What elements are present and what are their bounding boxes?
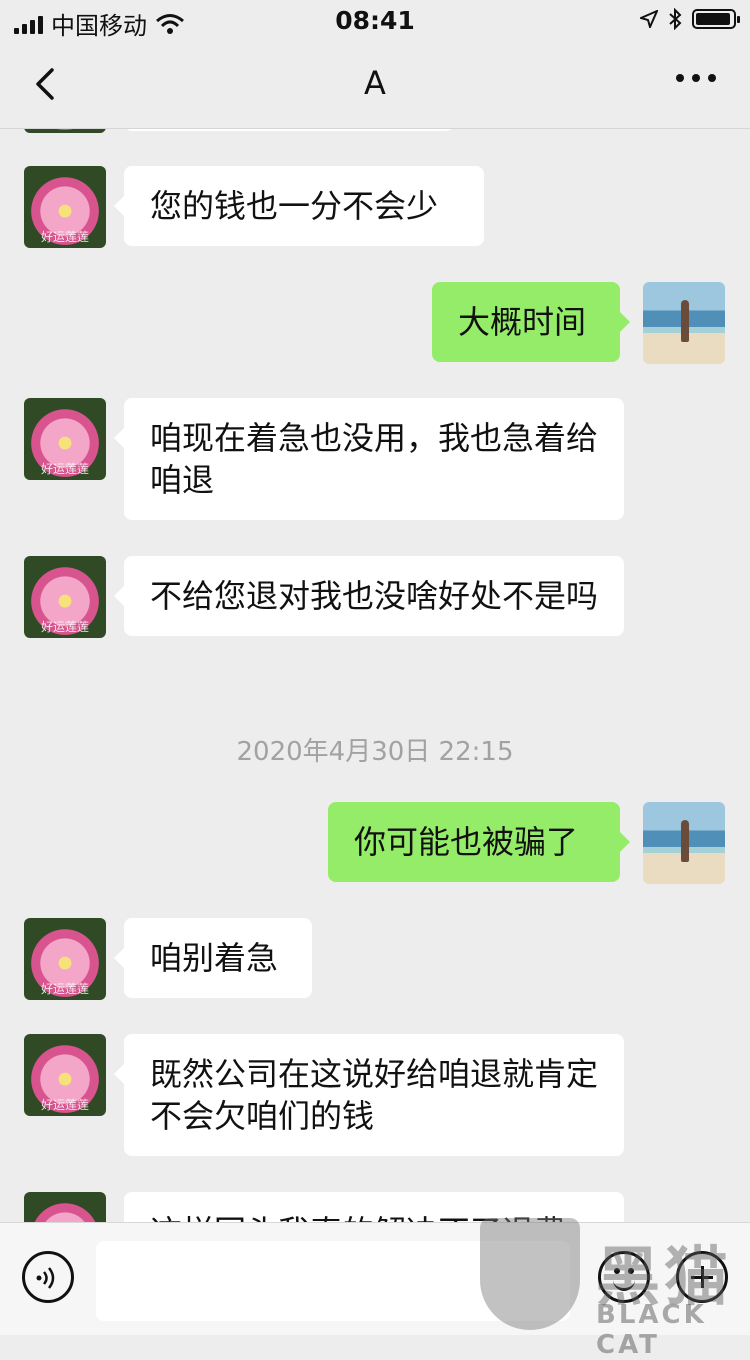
voice-input-icon[interactable] (22, 1251, 74, 1303)
contact-avatar[interactable]: 好运莲莲 (24, 556, 106, 638)
more-options-icon[interactable] (676, 74, 716, 82)
contact-avatar[interactable]: 好运莲莲 (24, 166, 106, 248)
message-timestamp: 2020年4月30日 22:15 (236, 737, 514, 767)
status-bar: 中国移动 08:41 (0, 0, 750, 42)
avatar-caption: 好运莲莲 (40, 982, 89, 996)
avatar-caption: 好运莲莲 (40, 462, 89, 476)
nav-bar: A (0, 42, 750, 129)
chat-message-list[interactable]: 好运莲莲 您的钱也一分不会少 大概时间 好运莲莲 咱现在着急也没用，我也急着给咱… (0, 129, 750, 1222)
location-arrow-icon (640, 10, 658, 28)
chat-title: A (364, 64, 386, 102)
contact-avatar[interactable]: 好运莲莲 (24, 1192, 106, 1222)
incoming-message[interactable]: 咱别着急 (114, 918, 312, 998)
contact-avatar[interactable]: 好运莲莲 (24, 918, 106, 1000)
outgoing-message[interactable]: 你可能也被骗了 (328, 802, 630, 882)
avatar-caption: 好运莲莲 (40, 1098, 89, 1112)
incoming-message[interactable]: 不给您退对我也没啥好处不是吗 (114, 556, 624, 636)
outgoing-message[interactable]: 大概时间 (432, 282, 630, 362)
incoming-message[interactable]: 咱现在着急也没用，我也急着给咱退 (114, 398, 624, 520)
incoming-message[interactable]: 既然公司在这说好给咱退就肯定不会欠咱们的钱 (114, 1034, 624, 1156)
contact-avatar[interactable] (24, 129, 106, 133)
avatar-caption: 好运莲莲 (40, 620, 89, 634)
battery-icon (692, 9, 740, 29)
message-bubble-partial (124, 129, 454, 131)
avatar-caption: 好运莲莲 (40, 230, 89, 244)
bluetooth-icon (669, 8, 682, 30)
my-avatar[interactable] (643, 282, 725, 364)
contact-avatar[interactable]: 好运莲莲 (24, 1034, 106, 1116)
contact-avatar[interactable]: 好运莲莲 (24, 398, 106, 480)
status-right (640, 8, 740, 30)
black-cat-logo (480, 1218, 580, 1330)
my-avatar[interactable] (643, 802, 725, 884)
watermark-en: BLACK CAT (596, 1300, 707, 1360)
status-time: 08:41 (335, 6, 415, 35)
incoming-message[interactable]: 您的钱也一分不会少 (114, 166, 484, 246)
